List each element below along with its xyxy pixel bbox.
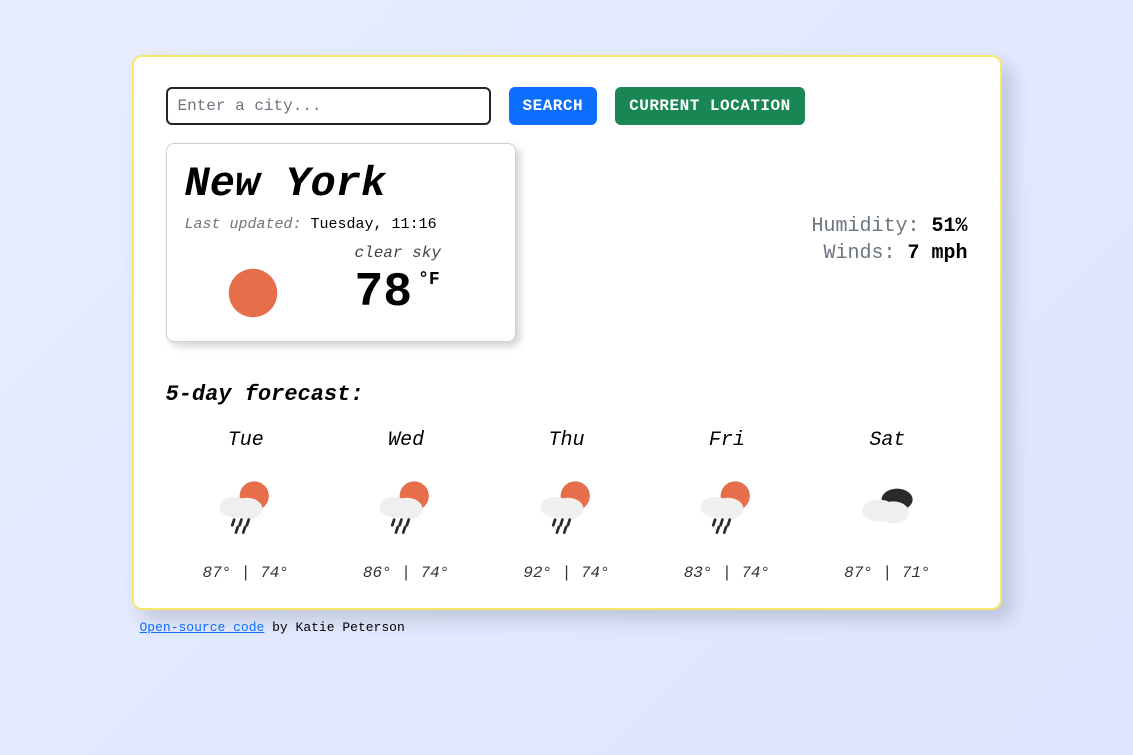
forecast-day: Tue 87° | 74° [166,429,326,582]
weather-description: clear sky [355,244,441,262]
current-location-button[interactable]: CURRENT LOCATION [615,87,805,125]
forecast-row: Tue 87° | 74° Wed [166,429,968,582]
city-input[interactable] [166,87,491,125]
weather-card: SEARCH CURRENT LOCATION New York Last up… [132,55,1002,610]
footer-author: by Katie Peterson [264,620,404,635]
wind-label: Winds: [823,242,895,265]
search-bar: SEARCH CURRENT LOCATION [166,87,968,125]
forecast-day: Thu 92° | 74° [486,429,646,582]
forecast-day: Fri 83° | 74° [647,429,807,582]
forecast-temps: 87° | 74° [166,564,326,582]
forecast-day-name: Wed [326,429,486,452]
sun-icon [225,265,281,321]
last-updated-label: Last updated: [185,216,302,233]
temperature-unit: °F [418,270,440,290]
forecast-day-name: Sat [807,429,967,452]
forecast-temps: 87° | 71° [807,564,967,582]
overview-panel: New York Last updated: Tuesday, 11:16 cl… [166,143,516,342]
forecast-icon [647,474,807,538]
forecast-temps: 83° | 74° [647,564,807,582]
forecast-title: 5-day forecast: [166,382,968,407]
forecast-day: Wed 86° | 74° [326,429,486,582]
search-button[interactable]: SEARCH [509,87,598,125]
forecast-temps: 86° | 74° [326,564,486,582]
forecast-temps: 92° | 74° [486,564,646,582]
temperature-value: 78 [355,266,413,320]
forecast-icon [326,474,486,538]
side-stats: Humidity: 51% Winds: 7 mph [811,215,967,269]
forecast-icon [807,474,967,538]
humidity-label: Humidity: [811,215,919,238]
last-updated-value: Tuesday, 11:16 [311,216,437,233]
forecast-icon [166,474,326,538]
forecast-day-name: Thu [486,429,646,452]
forecast-day-name: Tue [166,429,326,452]
forecast-day-name: Fri [647,429,807,452]
humidity-value: 51% [931,215,967,238]
last-updated: Last updated: Tuesday, 11:16 [185,216,491,233]
wind-value: 7 mph [907,242,967,265]
open-source-link[interactable]: Open-source code [140,620,265,635]
forecast-icon [486,474,646,538]
city-name: New York [185,160,491,208]
forecast-day: Sat 87° | 71° [807,429,967,582]
footer: Open-source code by Katie Peterson [132,620,1002,635]
